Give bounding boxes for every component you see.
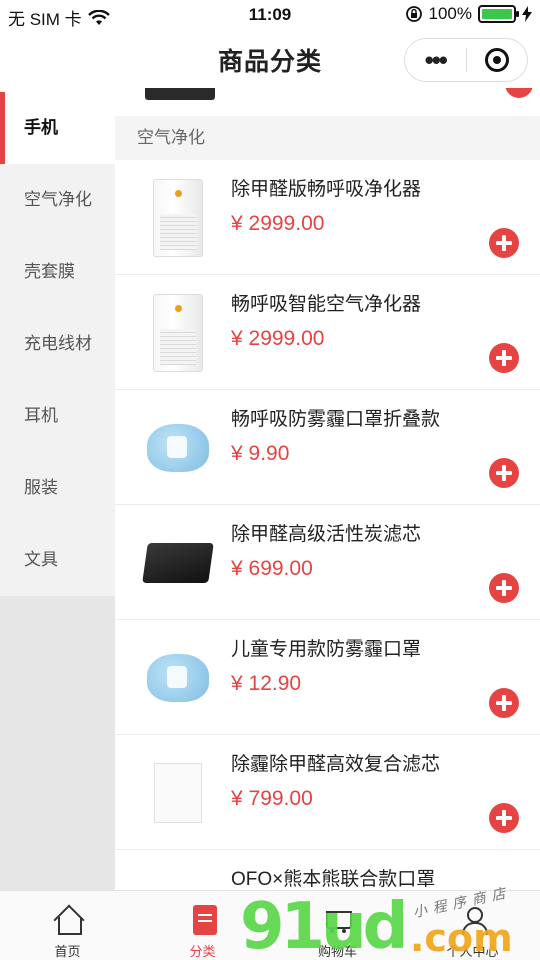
air-purifier-image [152,178,203,257]
tab-label: 分类 [189,944,216,959]
close-mini-program-button[interactable] [466,48,527,72]
sidebar-item-phone[interactable]: 手机 [0,92,115,164]
product-price: ¥ 2999.00 [231,212,325,235]
category-sidebar: 手机 空气净化 壳套膜 充电线材 耳机 服装 文具 [0,92,115,890]
product-name: 除霾除甲醛高效复合滤芯 [231,754,441,775]
battery-percent: 100% [428,4,472,23]
add-to-cart-button[interactable] [489,228,519,258]
tab-label: 个人中心 [446,944,499,959]
mini-program-capsule: ••• [404,38,528,82]
add-to-cart-button[interactable] [489,803,519,833]
nav-bar: 商品分类 ••• [0,30,540,88]
product-name: OFO×熊本熊联合款口罩 [231,869,436,890]
category-icon [192,905,217,935]
product-card[interactable]: 畅呼吸防雾霾口罩折叠款 ¥ 9.90 [115,390,540,505]
product-card[interactable]: OFO×熊本熊联合款口罩 [115,850,540,890]
product-image [145,88,215,100]
product-image [135,515,220,610]
product-price: ¥ 699.00 [231,557,313,580]
battery-icon [478,5,519,23]
carbon-filter-image [141,542,214,583]
product-price: ¥ 799.00 [231,787,313,810]
status-bar: 无 SIM 卡 11:09 100% [0,0,540,30]
user-icon [457,905,489,935]
more-dots-icon[interactable]: ••• [405,47,466,73]
tab-cart[interactable]: 购物车 [270,891,405,960]
tab-label: 首页 [54,944,81,959]
product-list-panel[interactable]: 空气净化 除甲醛版畅呼吸净化器 ¥ 2999.00 畅呼吸智能空气净化器 ¥ 2… [115,88,540,890]
sidebar-item-earphones[interactable]: 耳机 [0,380,115,452]
orientation-lock-icon [405,6,422,22]
add-to-cart-button[interactable] [489,573,519,603]
section-header: 空气净化 [115,116,540,160]
target-icon [484,48,509,72]
mask-image [146,423,209,472]
add-to-cart-button[interactable] [489,458,519,488]
product-name: 除甲醛高级活性炭滤芯 [231,524,422,545]
product-image [135,860,220,890]
add-to-cart-button[interactable] [489,343,519,373]
sidebar-item-cases[interactable]: 壳套膜 [0,236,115,308]
product-image [135,745,220,840]
sidebar-item-stationery[interactable]: 文具 [0,524,115,596]
tab-label: 购物车 [317,944,357,959]
filter-image [153,762,202,823]
add-to-cart-button[interactable] [489,688,519,718]
sidebar-item-air-purification[interactable]: 空气净化 [0,164,115,236]
product-price: ¥ 2999.00 [231,327,325,350]
product-list: 除甲醛版畅呼吸净化器 ¥ 2999.00 畅呼吸智能空气净化器 ¥ 2999.0… [115,160,540,890]
tab-category[interactable]: 分类 [135,891,270,960]
charging-bolt-icon [522,6,532,22]
product-name: 畅呼吸防雾霾口罩折叠款 [231,409,441,430]
product-card[interactable]: 除霾除甲醛高效复合滤芯 ¥ 799.00 [115,735,540,850]
tab-home[interactable]: 首页 [0,891,135,960]
previous-product-edge [130,88,533,102]
cart-icon [322,905,354,935]
screen: 无 SIM 卡 11:09 100% 商品分类 ••• 手机 空气净化 壳套膜 … [0,0,540,960]
product-name: 儿童专用款防雾霾口罩 [231,639,422,660]
home-icon [52,905,84,935]
product-price: ¥ 12.90 [231,672,302,695]
bottom-tab-bar: 首页 分类 购物车 个人中心 [0,890,540,960]
mask-image [146,653,209,702]
product-image [135,285,220,380]
sidebar-filler [0,596,115,890]
tab-profile[interactable]: 个人中心 [405,891,540,960]
product-image [135,630,220,725]
product-name: 畅呼吸智能空气净化器 [231,294,422,315]
air-purifier-image [152,293,203,372]
product-name: 除甲醛版畅呼吸净化器 [231,179,422,200]
product-image [135,170,220,265]
product-image [135,400,220,495]
product-card[interactable]: 除甲醛高级活性炭滤芯 ¥ 699.00 [115,505,540,620]
sidebar-item-cables[interactable]: 充电线材 [0,308,115,380]
product-card[interactable]: 儿童专用款防雾霾口罩 ¥ 12.90 [115,620,540,735]
product-card[interactable]: 除甲醛版畅呼吸净化器 ¥ 2999.00 [115,160,540,275]
add-to-cart-button[interactable] [505,88,533,98]
product-price: ¥ 9.90 [231,442,290,465]
sidebar-item-clothing[interactable]: 服装 [0,452,115,524]
product-card[interactable]: 畅呼吸智能空气净化器 ¥ 2999.00 [115,275,540,390]
